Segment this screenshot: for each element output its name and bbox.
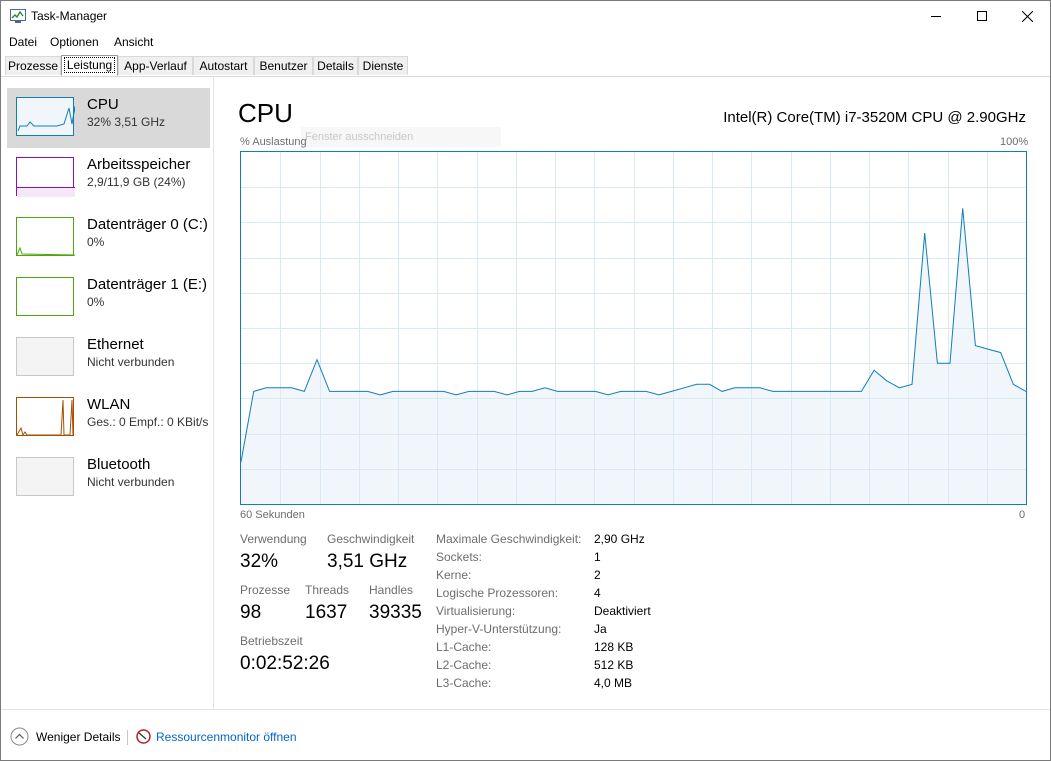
task-manager-window: Task-Manager Datei Optionen Ansicht Proz…	[0, 0, 1051, 761]
close-icon	[1021, 10, 1033, 22]
info-label: Kerne:	[436, 568, 472, 582]
tab-prozesse[interactable]: Prozesse	[5, 56, 61, 75]
menu-ansicht[interactable]: Ansicht	[114, 35, 153, 49]
uptime-value: 0:02:52:26	[240, 653, 330, 674]
title-bar: Task-Manager	[1, 1, 1050, 31]
info-label: L3-Cache:	[436, 676, 492, 690]
speed-label: Geschwindigkeit	[327, 532, 415, 546]
cpu-usage-graph	[240, 151, 1027, 505]
sidebar-item-name: Arbeitsspeicher	[87, 156, 191, 173]
minimize-button[interactable]	[913, 1, 959, 31]
footer-divider	[127, 730, 128, 745]
memory-graph-icon	[16, 157, 75, 197]
page-title: CPU	[238, 98, 293, 128]
resource-sidebar: CPU 32% 3,51 GHz Arbeitsspeicher 2,9/11,…	[1, 77, 214, 709]
sidebar-item-sub: Ges.: 0 Empf.: 0 KBit/s	[87, 415, 209, 429]
cpu-model: Intel(R) Core(TM) i7-3520M CPU @ 2.90GHz	[723, 109, 1026, 126]
tab-details[interactable]: Details	[313, 56, 358, 75]
info-label: Virtualisierung:	[436, 604, 516, 618]
info-value: Deaktiviert	[594, 604, 651, 618]
window-title: Task-Manager	[31, 9, 108, 23]
tab-benutzer[interactable]: Benutzer	[254, 56, 313, 75]
minimize-icon	[931, 16, 941, 17]
menu-optionen[interactable]: Optionen	[50, 35, 99, 49]
info-label: Sockets:	[436, 550, 483, 564]
tab-bar: Prozesse Leistung App-Verlauf Autostart …	[1, 55, 1050, 77]
speed-value: 3,51 GHz	[327, 551, 408, 572]
sidebar-item-name: Ethernet	[87, 336, 144, 353]
maximize-icon	[977, 11, 987, 21]
collapse-up-icon[interactable]	[10, 727, 29, 746]
handles-value: 39335	[369, 602, 422, 623]
usage-label: Verwendung	[240, 532, 307, 546]
info-value: 128 KB	[594, 640, 634, 654]
processes-label: Prozesse	[240, 583, 291, 597]
info-label: L2-Cache:	[436, 658, 492, 672]
disk-graph-icon	[16, 217, 75, 256]
sidebar-item-name: Bluetooth	[87, 456, 151, 473]
sidebar-item-name: CPU	[87, 96, 119, 113]
sidebar-item-cpu[interactable]: CPU 32% 3,51 GHz	[7, 88, 210, 148]
graph-y-max: 100%	[1000, 136, 1029, 148]
resource-monitor-icon	[136, 729, 151, 744]
sidebar-item-name: Datenträger 0 (C:)	[87, 216, 208, 233]
wlan-graph-icon	[16, 397, 74, 437]
menu-bar: Datei Optionen Ansicht	[1, 32, 1050, 52]
disk-graph-icon	[16, 277, 74, 316]
info-label: L1-Cache:	[436, 640, 492, 654]
graph-x-left: 60 Sekunden	[240, 509, 305, 521]
tab-autostart[interactable]: Autostart	[193, 56, 254, 75]
info-value: 2,90 GHz	[594, 532, 645, 546]
sidebar-item-sub: Nicht verbunden	[87, 475, 175, 489]
resource-monitor-link[interactable]: Ressourcenmonitor öffnen	[156, 730, 297, 744]
graph-y-label: % Auslastung	[240, 136, 307, 148]
threads-value: 1637	[305, 602, 348, 623]
sidebar-item-bluetooth[interactable]: Bluetooth Nicht verbunden	[7, 448, 210, 508]
sidebar-item-name: WLAN	[87, 396, 131, 413]
tab-dienste[interactable]: Dienste	[358, 56, 408, 75]
graph-x-right: 0	[1019, 509, 1026, 521]
uptime-label: Betriebszeit	[240, 634, 303, 648]
less-details-button[interactable]: Weniger Details	[36, 730, 120, 744]
maximize-button[interactable]	[959, 1, 1005, 31]
task-manager-icon	[10, 9, 26, 23]
info-label: Logische Prozessoren:	[436, 586, 559, 600]
sidebar-item-sub: 2,9/11,9 GB (24%)	[87, 175, 186, 189]
sidebar-item-sub: 0%	[87, 235, 105, 249]
cpu-graph-icon	[16, 97, 75, 136]
info-value: 4,0 MB	[594, 676, 633, 690]
sidebar-item-datentraeger-1[interactable]: Datenträger 1 (E:) 0%	[7, 268, 210, 328]
info-value: 4	[594, 586, 601, 600]
tab-app-verlauf[interactable]: App-Verlauf	[118, 56, 193, 75]
bluetooth-graph-icon	[16, 457, 74, 496]
menu-datei[interactable]: Datei	[9, 35, 37, 49]
handles-label: Handles	[369, 583, 414, 597]
sidebar-item-sub: 32% 3,51 GHz	[87, 115, 166, 129]
sidebar-item-sub: Nicht verbunden	[87, 355, 175, 369]
sidebar-item-ethernet[interactable]: Ethernet Nicht verbunden	[7, 328, 210, 388]
info-value: Ja	[594, 622, 607, 636]
tab-leistung[interactable]: Leistung	[61, 55, 118, 76]
footer-bar: Weniger Details Ressourcenmonitor öffnen	[1, 709, 1050, 760]
ethernet-graph-icon	[16, 337, 74, 376]
processes-value: 98	[240, 602, 262, 623]
sidebar-item-arbeitsspeicher[interactable]: Arbeitsspeicher 2,9/11,9 GB (24%)	[7, 148, 210, 208]
usage-value: 32%	[240, 551, 279, 572]
cpu-usage-chart	[240, 152, 1027, 505]
close-button[interactable]	[1004, 1, 1050, 31]
info-label: Maximale Geschwindigkeit:	[436, 532, 582, 546]
sidebar-item-wlan[interactable]: WLAN Ges.: 0 Empf.: 0 KBit/s	[7, 388, 210, 448]
info-value: 1	[594, 550, 601, 564]
sidebar-item-name: Datenträger 1 (E:)	[87, 276, 208, 293]
info-value: 512 KB	[594, 658, 634, 672]
info-label: Hyper-V-Unterstützung:	[436, 622, 562, 636]
ghost-tooltip: Fenster ausschneiden	[301, 127, 501, 147]
sidebar-item-sub: 0%	[87, 295, 105, 309]
threads-label: Threads	[305, 583, 350, 597]
sidebar-item-datentraeger-0[interactable]: Datenträger 0 (C:) 0%	[7, 208, 210, 268]
info-value: 2	[594, 568, 601, 582]
